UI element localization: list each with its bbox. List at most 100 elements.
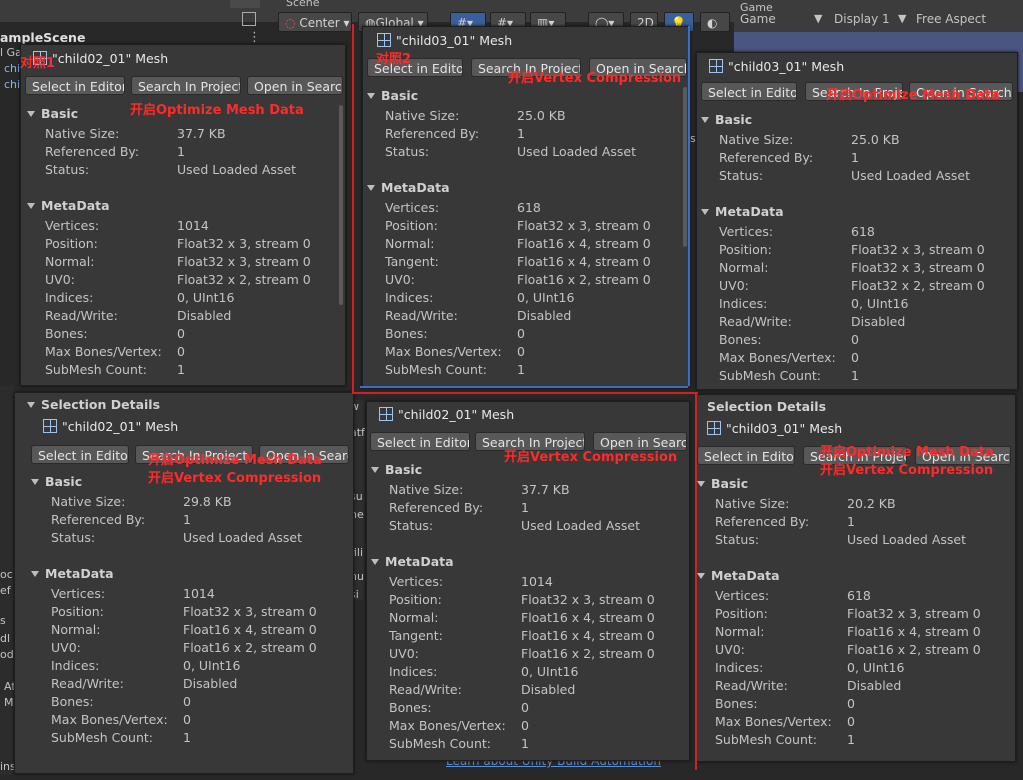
game-view-toolbar: Game Game ▼ Display 1 ▼ Free Aspect (734, 1, 1023, 33)
annotation-label: 开启Vertex Compression (148, 471, 322, 486)
metadata-section-header[interactable]: MetaData (27, 198, 110, 213)
grid-icon[interactable] (242, 12, 256, 26)
meta-value: 618 (851, 224, 875, 239)
meta-value: 1014 (183, 586, 215, 601)
meta-value: Float32 x 3, stream 0 (851, 242, 985, 257)
annotation-label: 开启Optimize Mesh Data (130, 103, 304, 118)
mesh-icon (43, 419, 57, 433)
meta-label: Vertices: (719, 224, 774, 239)
meta-label: Vertices: (385, 200, 440, 215)
basic-section-header[interactable]: Basic (367, 88, 418, 103)
select-in-editor-button[interactable]: Select in Editor (697, 446, 795, 465)
native-size-value: 25.0 KB (851, 132, 900, 147)
annotation-label: 开启Optimize Mesh Data (826, 88, 1000, 103)
meta-value: Float32 x 3, stream 0 (517, 218, 651, 233)
annotation-label: 开启Optimize Mesh Data (820, 445, 994, 460)
meta-label: Position: (715, 606, 768, 621)
basic-section-header[interactable]: Basic (697, 476, 748, 491)
scrollbar[interactable] (339, 105, 343, 305)
meta-value: Float32 x 3, stream 0 (177, 236, 311, 251)
meta-value: 1 (521, 736, 529, 751)
select-in-editor-button[interactable]: Select in Editor (701, 82, 797, 101)
meta-value: 0 (851, 350, 859, 365)
more-menu-icon[interactable]: ⋮ (248, 30, 261, 45)
divider-line (695, 392, 697, 770)
panel-title: "child02_01" Mesh (379, 407, 514, 422)
hierarchy-item[interactable]: chi (4, 78, 20, 91)
meta-value: Float32 x 3, stream 0 (521, 592, 655, 607)
meta-value: 0, UInt16 (183, 658, 241, 673)
select-in-editor-button[interactable]: Select in Editor (31, 445, 129, 464)
meta-value: Float16 x 4, stream 0 (517, 254, 651, 269)
meta-value: Disabled (177, 308, 232, 323)
meta-label: Read/Write: (719, 314, 792, 329)
meta-label: Bones: (51, 694, 94, 709)
meta-value: Float16 x 4, stream 0 (183, 622, 317, 637)
metadata-section-header[interactable]: MetaData (31, 566, 114, 581)
audio-mute-icon[interactable]: ◐ (700, 12, 730, 32)
annotation-label: 开启Vertex Compression (820, 463, 994, 478)
basic-section-header[interactable]: Basic (701, 112, 752, 127)
basic-section-header[interactable]: Basic (31, 474, 82, 489)
meta-value: Float16 x 2, stream 0 (517, 272, 651, 287)
lock-icon[interactable] (230, 0, 260, 8)
status-value: Used Loaded Asset (183, 530, 303, 545)
meta-label: Normal: (715, 624, 765, 639)
annotation-label: 开启Vertex Compression (508, 71, 682, 86)
project-fragment: od (0, 648, 14, 661)
meta-label: Tangent: (385, 254, 439, 269)
hierarchy-item[interactable]: l Ga (0, 46, 22, 59)
meta-value: 618 (847, 588, 871, 603)
meta-value: Disabled (183, 676, 238, 691)
meta-label: Vertices: (51, 586, 106, 601)
scrollbar[interactable] (683, 87, 687, 247)
referenced-by-label: Referenced By: (719, 150, 814, 165)
native-size-label: Native Size: (45, 126, 120, 141)
meta-value: 0 (851, 332, 859, 347)
meta-label: Position: (385, 218, 438, 233)
basic-section-header[interactable]: Basic (371, 462, 422, 477)
hierarchy-item[interactable]: chi (4, 62, 20, 75)
display-dropdown-arrow-icon[interactable]: ▼ (898, 12, 906, 25)
meta-value: Disabled (517, 308, 572, 323)
select-in-editor-button[interactable]: Select in Editor (25, 76, 125, 95)
tab-scene[interactable]: Scene (286, 0, 320, 9)
meta-label: Indices: (51, 658, 100, 673)
metadata-section-header[interactable]: MetaData (701, 204, 784, 219)
meta-label: Indices: (389, 664, 438, 679)
native-size-value: 20.2 KB (847, 496, 896, 511)
native-size-label: Native Size: (51, 494, 126, 509)
meta-label: Position: (51, 604, 104, 619)
select-in-editor-button[interactable]: Select in Editor (370, 432, 470, 451)
status-label: Status: (389, 518, 434, 533)
panel-title: "child02_01" Mesh (43, 419, 178, 434)
annotation-label: 对照1 (20, 56, 56, 71)
display-dropdown[interactable]: Display 1 (834, 12, 890, 26)
metadata-section-header[interactable]: MetaData (697, 568, 780, 583)
open-in-search-button[interactable]: Open in Search (247, 76, 343, 95)
meta-value: 0 (177, 344, 185, 359)
search-in-project-button[interactable]: Search In Project (131, 76, 241, 95)
meta-value: Disabled (847, 678, 902, 693)
referenced-by-value: 1 (521, 500, 529, 515)
meta-label: Vertices: (45, 218, 100, 233)
metadata-section-header[interactable]: MetaData (371, 554, 454, 569)
meta-label: Bones: (45, 326, 88, 341)
metadata-section-header[interactable]: MetaData (367, 180, 450, 195)
meta-value: 0, UInt16 (517, 290, 575, 305)
referenced-by-label: Referenced By: (389, 500, 484, 515)
panel-title: "child03_01" Mesh (377, 33, 512, 48)
aspect-dropdown[interactable]: Free Aspect (916, 12, 986, 26)
native-size-label: Native Size: (719, 132, 794, 147)
game-dropdown[interactable]: Game (740, 12, 776, 26)
status-value: Used Loaded Asset (851, 168, 971, 183)
game-dropdown-arrow-icon[interactable]: ▼ (814, 12, 822, 25)
meta-value: 1 (177, 362, 185, 377)
meta-label: Position: (719, 242, 772, 257)
meta-value: 0, UInt16 (177, 290, 235, 305)
meta-label: Indices: (385, 290, 434, 305)
meta-label: Normal: (389, 610, 439, 625)
pivot-center-dropdown[interactable]: ◌ Center ▾ (278, 12, 352, 32)
basic-section-header[interactable]: Basic (27, 106, 78, 121)
meta-label: Indices: (719, 296, 768, 311)
